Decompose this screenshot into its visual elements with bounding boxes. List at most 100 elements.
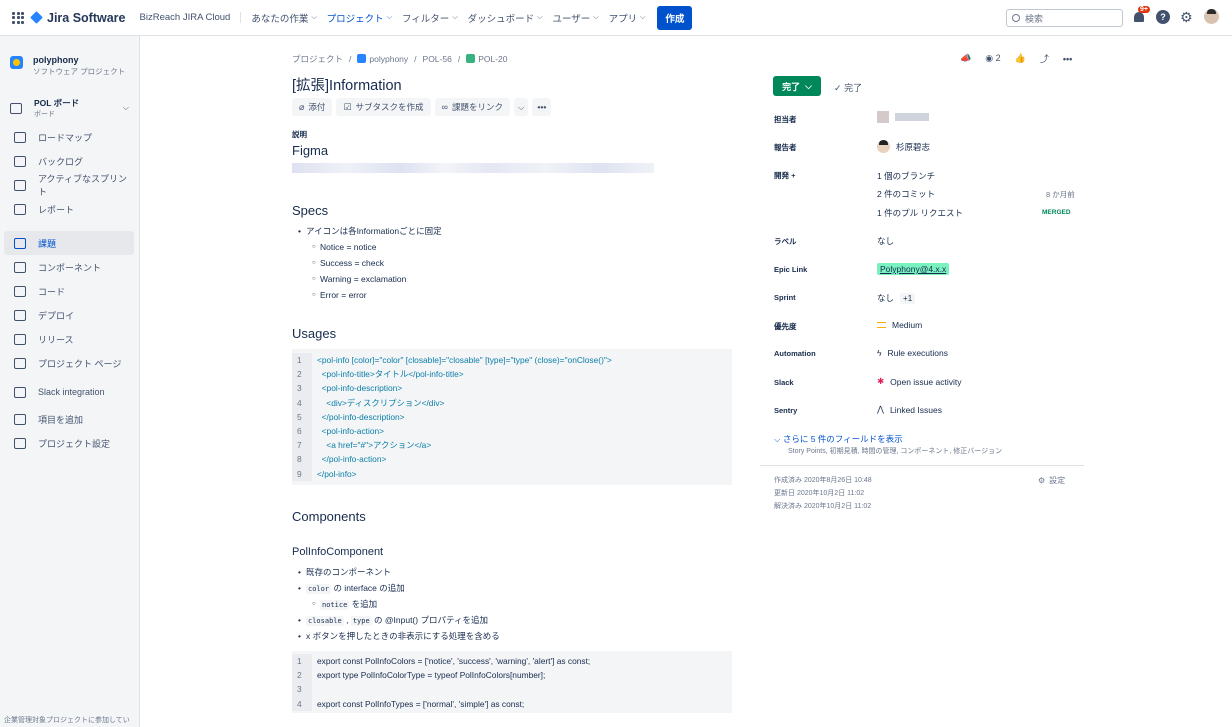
sentry-value[interactable]: ⋀ Linked Issues	[877, 404, 942, 415]
sidebar-item-project-settings[interactable]: プロジェクト設定	[4, 431, 134, 455]
help-icon[interactable]: ?	[1156, 9, 1170, 24]
reporter-value[interactable]: 杉原碧志	[877, 140, 930, 153]
commits-link[interactable]: 2 件のコミット	[877, 188, 935, 200]
watch-button[interactable]: ◉ 2	[985, 53, 1000, 64]
code-line: <div>ディスクリプション</div>	[317, 397, 445, 408]
priority-value[interactable]: Medium	[877, 320, 922, 330]
issue-title[interactable]: [拡張]Information	[292, 74, 402, 95]
epic-link-value[interactable]: Polyphony@4.x.x	[877, 263, 950, 275]
sidebar-item-releases[interactable]: リリース	[4, 327, 134, 351]
reporter-label: 報告者	[774, 143, 797, 152]
feedback-megaphone-icon[interactable]: 📣	[960, 53, 971, 64]
chevron-down-icon: ⌵	[805, 80, 812, 91]
sidebar-item-roadmap[interactable]: ロードマップ	[4, 125, 134, 149]
chevron-down-icon: ⌵	[517, 101, 525, 112]
nav-apps[interactable]: アプリ ⌵	[609, 11, 646, 25]
slack-value[interactable]: ✱ Open issue activity	[877, 376, 961, 387]
breadcrumb-parent-issue[interactable]: POL-56	[423, 54, 452, 64]
search-input[interactable]: 検索	[1006, 9, 1123, 27]
more-actions-button[interactable]: •••	[532, 98, 552, 116]
user-avatar[interactable]	[1204, 9, 1219, 24]
gear-icon	[14, 437, 26, 449]
avatar	[877, 111, 889, 123]
jira-logo[interactable]: Jira Software	[30, 11, 126, 25]
more-options-icon[interactable]: •••	[1063, 54, 1072, 64]
code-line: </pol-info-description>	[317, 411, 405, 422]
list-item: Warning = exclamation	[312, 271, 442, 287]
jira-diamond-icon	[30, 11, 43, 24]
ship-icon	[14, 333, 26, 345]
pull-request-link[interactable]: 1 件のプル リクエスト	[877, 207, 963, 219]
nav-your-work[interactable]: あなたの作業 ⌵	[251, 11, 316, 25]
issue-actions: ⌀ 添付 ☑ サブタスクを作成 ∞ 課題をリンク ⌵ •••	[292, 98, 552, 116]
sidebar-item-code[interactable]: コード	[4, 279, 134, 303]
automation-value[interactable]: ϟ Rule executions	[877, 348, 948, 358]
sidebar-item-reports[interactable]: レポート	[4, 197, 134, 221]
code-line: <pol-info-description>	[317, 383, 403, 394]
board-selector[interactable]: POL ボード ボード ⌵	[0, 77, 139, 119]
list-item: x ボタンを押したときの非表示にする処理を含める	[298, 628, 500, 644]
sentry-label: Sentry	[774, 406, 798, 415]
assignee-value[interactable]	[877, 111, 929, 123]
sidebar-item-active-sprints[interactable]: アクティブなスプリント	[4, 173, 134, 197]
chevron-down-icon: ⌵	[640, 13, 646, 21]
sentry-icon: ⋀	[877, 404, 884, 414]
labels-value[interactable]: なし	[877, 235, 894, 247]
list-item: closable , type の @Input() プロパティを追加	[298, 612, 500, 628]
branch-link[interactable]: 1 個のブランチ	[877, 170, 935, 182]
nav-projects[interactable]: プロジェクト ⌵	[327, 11, 392, 25]
notifications-icon[interactable]: 9+	[1133, 5, 1150, 24]
automation-label: Automation	[774, 349, 816, 358]
app-switcher-icon[interactable]	[12, 11, 24, 24]
sidebar-item-project-pages[interactable]: プロジェクト ページ	[4, 351, 134, 375]
chevron-down-icon: ⌵	[452, 13, 458, 21]
code-line: <pol-info [color]="color" [closable]="cl…	[317, 355, 612, 365]
attach-button[interactable]: ⌀ 添付	[292, 98, 333, 116]
breadcrumb-projects[interactable]: プロジェクト	[292, 53, 343, 65]
slack-icon: ✱	[877, 376, 885, 386]
breadcrumb-issue[interactable]: POL-20	[466, 54, 508, 64]
plus-icon[interactable]: +	[791, 171, 795, 180]
like-thumb-icon[interactable]: 👍	[1015, 53, 1026, 64]
sidebar-item-add-item[interactable]: 項目を追加	[4, 407, 134, 431]
breadcrumb-project[interactable]: polyphony	[357, 54, 408, 64]
more-fields-list: Story Points, 初期見積, 時間の管理, コンポーネント, 修正バー…	[788, 448, 1003, 455]
page-icon	[14, 357, 26, 369]
code-line: export type PolInfoColorType = typeof Po…	[317, 670, 546, 681]
labels-label: ラベル	[774, 237, 797, 246]
project-avatar-icon	[357, 54, 367, 63]
status-button[interactable]: 完了 ⌵	[773, 76, 821, 96]
create-subtask-button[interactable]: ☑ サブタスクを作成	[336, 98, 431, 116]
project-header[interactable]: polyphony ソフトウェア プロジェクト	[0, 36, 139, 77]
link-icon: ∞	[441, 102, 448, 112]
figma-heading: Figma	[292, 143, 329, 158]
sidebar-item-slack[interactable]: Slack integration	[4, 380, 134, 404]
add-item-icon	[14, 413, 26, 425]
sidebar-item-issues[interactable]: 課題	[4, 231, 134, 255]
settings-gear-icon[interactable]: ⚙	[1180, 10, 1194, 24]
chevron-down-icon: ⌵	[537, 13, 543, 21]
nav-filters[interactable]: フィルター ⌵	[402, 11, 458, 25]
slack-icon	[14, 386, 26, 398]
link-issue-button[interactable]: ∞ 課題をリンク	[434, 98, 510, 116]
show-more-fields-link[interactable]: ⌵ さらに 5 件のフィールドを表示	[774, 433, 903, 445]
avatar	[877, 140, 890, 153]
sidebar-item-backlog[interactable]: バックログ	[4, 149, 134, 173]
nav-people[interactable]: ユーザー ⌵	[552, 11, 598, 25]
configure-button[interactable]: ⚙ 設定	[1038, 475, 1065, 486]
code-line: </pol-info>	[317, 468, 357, 479]
create-button[interactable]: 作成	[657, 5, 693, 30]
sprint-value[interactable]: なし +1	[877, 292, 916, 304]
link-dropdown-button[interactable]: ⌵	[513, 98, 529, 116]
site-name[interactable]: BizReach JIRA Cloud	[140, 12, 242, 23]
slack-label: Slack	[774, 378, 794, 387]
sidebar-item-deployments[interactable]: デプロイ	[4, 303, 134, 327]
code-line: export const PolInfoColors = ['notice', …	[317, 656, 591, 666]
component-list: 既存のコンポーネント color の interface の追加 notice …	[298, 564, 500, 644]
nav-dashboards[interactable]: ダッシュボード ⌵	[468, 11, 543, 25]
share-icon[interactable]: ⤴	[1040, 52, 1049, 65]
sidebar-item-components[interactable]: コンポーネント	[4, 255, 134, 279]
specs-list: アイコンは各Informationごとに固定 Notice = notice S…	[298, 223, 442, 303]
updated-date: 更新日 2020年10月2日 11:02	[774, 490, 865, 497]
